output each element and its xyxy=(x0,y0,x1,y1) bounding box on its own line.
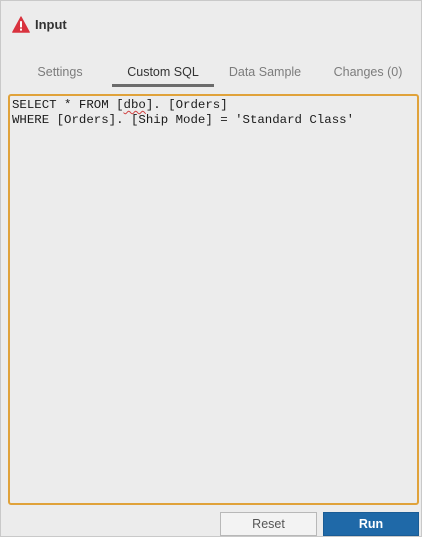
run-button[interactable]: Run xyxy=(323,512,419,536)
panel-header: Input xyxy=(1,1,421,47)
tab-bar: Settings Custom SQL Data Sample Changes … xyxy=(1,59,421,87)
spellcheck-flagged-word: dbo xyxy=(123,98,146,112)
sql-line-1: SELECT * FROM [dbo]. [Orders] xyxy=(12,98,228,112)
tab-settings[interactable]: Settings xyxy=(21,59,99,85)
input-panel: Input Settings Custom SQL Data Sample Ch… xyxy=(0,0,422,537)
tab-data-sample[interactable]: Data Sample xyxy=(221,59,309,85)
tab-custom-sql[interactable]: Custom SQL xyxy=(112,59,214,85)
sql-line-2: WHERE [Orders]. [Ship Mode] = 'Standard … xyxy=(12,113,355,127)
tab-changes[interactable]: Changes (0) xyxy=(323,59,413,85)
sql-code: SELECT * FROM [dbo]. [Orders] WHERE [Ord… xyxy=(12,98,354,128)
active-tab-indicator xyxy=(112,84,214,87)
warning-icon xyxy=(12,16,30,33)
sql-editor[interactable]: SELECT * FROM [dbo]. [Orders] WHERE [Ord… xyxy=(8,94,419,505)
panel-title: Input xyxy=(35,17,67,32)
reset-button[interactable]: Reset xyxy=(220,512,317,536)
